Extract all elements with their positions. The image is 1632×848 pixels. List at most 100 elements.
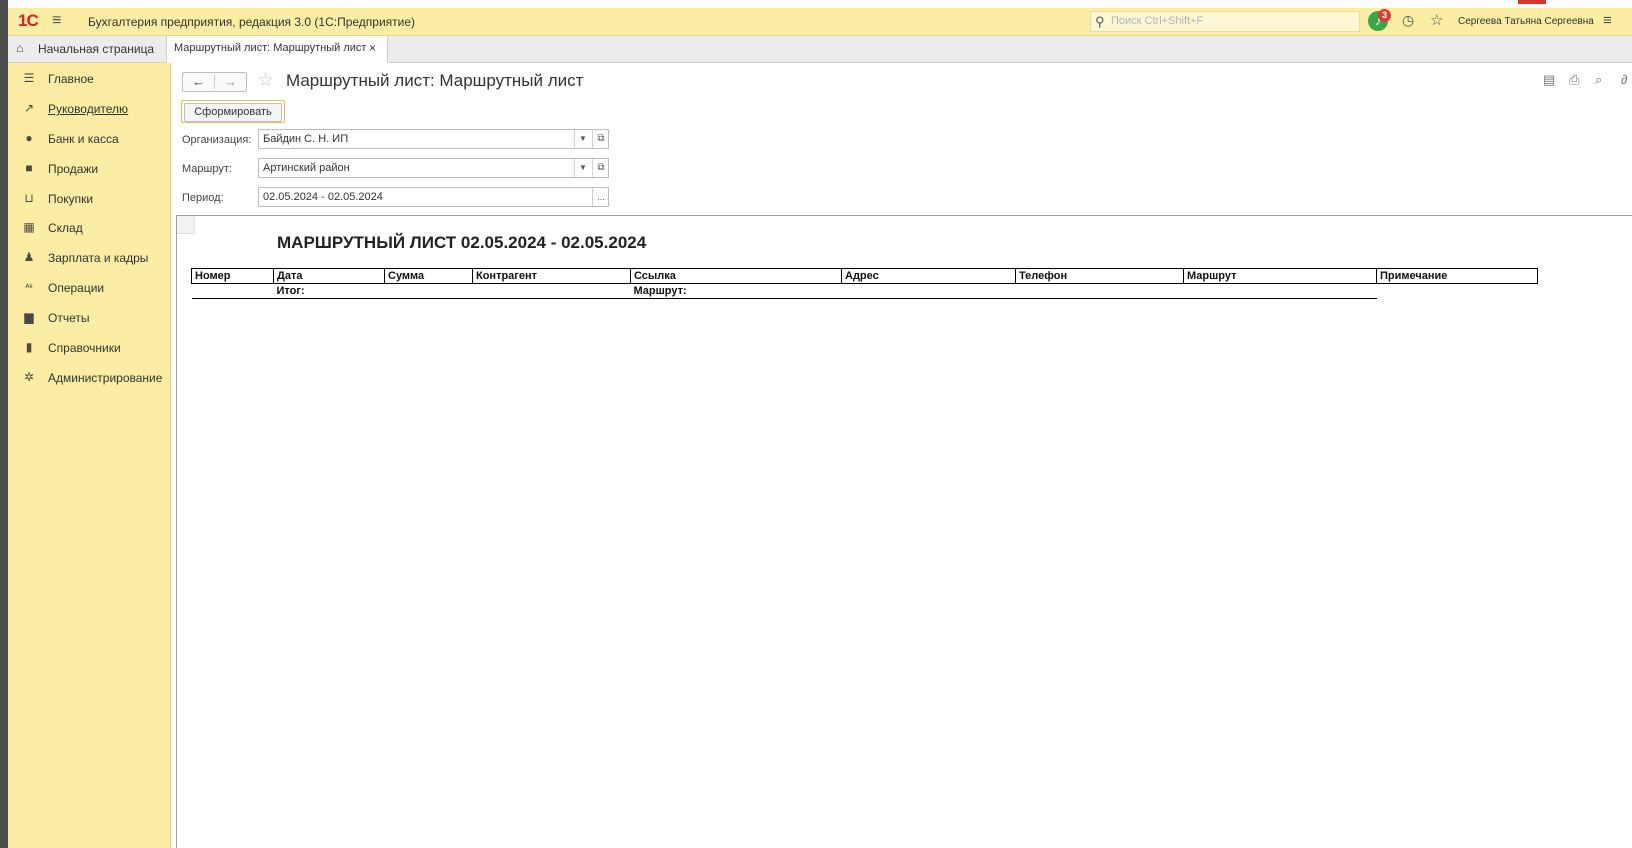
- sidebar-item-label: Зарплата и кадры: [48, 251, 149, 265]
- print-icon[interactable]: ⎙: [1569, 72, 1579, 88]
- back-icon[interactable]: ←: [183, 74, 214, 90]
- window-control-strip: [1518, 0, 1546, 4]
- tab-route-sheet[interactable]: Маршрутный лист: Маршрутный лист ×: [166, 36, 388, 63]
- settings-menu-icon[interactable]: ≡: [1603, 12, 1612, 29]
- person-icon: ♟: [23, 250, 35, 264]
- list-icon: ☰: [23, 71, 35, 85]
- period-label: Период:: [182, 192, 224, 204]
- open-icon[interactable]: ⧉: [592, 159, 609, 177]
- sidebar-item-label: Покупки: [48, 192, 94, 206]
- column-header: Сумма: [384, 268, 473, 284]
- total-route-label: Маршрут:: [630, 283, 842, 299]
- report-corner: [177, 216, 195, 234]
- sidebar-item-sales[interactable]: ■ Продажи: [8, 154, 171, 182]
- chevron-down-icon[interactable]: ▼: [574, 130, 591, 148]
- column-header: Адрес: [841, 268, 1016, 284]
- tab-home[interactable]: ⌂ Начальная страница: [8, 36, 166, 62]
- sidebar-item-admin[interactable]: ✲ Администрирование: [8, 363, 171, 391]
- report-title: МАРШРУТНЫЙ ЛИСТ 02.05.2024 - 02.05.2024: [277, 233, 647, 252]
- cart-icon: ⊔: [24, 191, 34, 205]
- main-menu-icon[interactable]: ≡: [52, 12, 61, 30]
- sidebar-item-label: Отчеты: [48, 311, 90, 325]
- column-header: Маршрут: [1183, 268, 1377, 284]
- history-nav: ← →: [182, 72, 247, 92]
- sidebar: ☰ Главное ↗ Руководителю ● Банк и касса …: [8, 63, 171, 848]
- column-header: Примечание: [1376, 268, 1538, 284]
- sidebar-item-salary[interactable]: ♟ Зарплата и кадры: [8, 243, 171, 271]
- sidebar-item-reports[interactable]: ▆ Отчеты: [8, 303, 171, 331]
- chart-icon: ▆: [24, 310, 34, 324]
- preview-icon[interactable]: ⌕: [1595, 72, 1602, 88]
- sidebar-item-label: Руководителю: [48, 102, 129, 116]
- org-field[interactable]: Байдин С. Н. ИП ▼ ⧉: [258, 129, 609, 149]
- sidebar-item-purchases[interactable]: ⊔ Покупки: [8, 184, 171, 212]
- app-logo[interactable]: 1С: [18, 11, 39, 31]
- tab-home-label: Начальная страница: [38, 42, 155, 56]
- report-area: МАРШРУТНЫЙ ЛИСТ 02.05.2024 - 02.05.2024 …: [176, 215, 1632, 848]
- user-name[interactable]: Сергеева Татьяна Сергеевна: [1458, 16, 1594, 27]
- open-icon[interactable]: ⧉: [592, 130, 609, 148]
- sidebar-item-manager[interactable]: ↗ Руководителю: [8, 94, 171, 122]
- chevron-down-icon[interactable]: ▼: [574, 159, 591, 177]
- notifications-badge: 3: [1378, 9, 1391, 22]
- report-header-row: Номер Дата Сумма Контрагент Ссылка Адрес…: [191, 268, 1538, 284]
- table-cell: [1183, 283, 1377, 299]
- table-cell: [191, 283, 274, 299]
- report-table: Номер Дата Сумма Контрагент Ссылка Адрес…: [191, 268, 1538, 299]
- close-tab-icon[interactable]: ×: [369, 41, 376, 55]
- bank-icon: ●: [25, 131, 33, 145]
- sidebar-item-label: Операции: [48, 281, 105, 295]
- org-value: Байдин С. Н. ИП: [263, 133, 349, 145]
- column-header: Контрагент: [472, 268, 631, 284]
- warehouse-icon: ▦: [23, 220, 35, 234]
- period-select-button[interactable]: ...: [592, 188, 609, 206]
- sidebar-item-main[interactable]: ☰ Главное: [8, 64, 171, 92]
- bag-icon: ■: [25, 161, 33, 175]
- save-icon[interactable]: ▤: [1543, 72, 1555, 88]
- table-cell: [384, 283, 473, 299]
- home-icon: ⌂: [16, 41, 24, 55]
- search-icon: ⚲: [1095, 14, 1105, 29]
- column-header: Номер: [191, 268, 274, 284]
- title-bar: 1С ≡ Бухгалтерия предприятия, редакция 3…: [8, 8, 1632, 36]
- period-value: 02.05.2024 - 02.05.2024: [263, 191, 383, 203]
- app-title: Бухгалтерия предприятия, редакция 3.0 (1…: [88, 15, 416, 29]
- sidebar-item-label: Справочники: [48, 341, 121, 355]
- route-value: Артинский район: [263, 162, 350, 174]
- page-title: Маршрутный лист: Маршрутный лист: [286, 71, 584, 90]
- gear-icon: ✲: [23, 370, 35, 384]
- tab-route-sheet-label: Маршрутный лист: Маршрутный лист: [174, 42, 367, 54]
- favorite-star-icon[interactable]: ☆: [257, 69, 274, 92]
- report-total-row: Итог: Маршрут:: [191, 283, 1538, 299]
- route-label: Маршрут:: [182, 163, 232, 175]
- link-icon[interactable]: ∂: [1621, 72, 1627, 87]
- forward-icon[interactable]: →: [215, 74, 246, 90]
- sidebar-item-warehouse[interactable]: ▦ Склад: [8, 213, 171, 241]
- table-cell: [1015, 283, 1184, 299]
- sidebar-item-label: Склад: [48, 221, 83, 235]
- search-placeholder: Поиск Ctrl+Shift+F: [1111, 15, 1204, 27]
- period-field[interactable]: 02.05.2024 - 02.05.2024 ...: [258, 187, 609, 207]
- book-icon: ▮: [25, 340, 33, 354]
- operations-icon: ᴬᵏ: [25, 282, 33, 292]
- route-field[interactable]: Артинский район ▼ ⧉: [258, 158, 609, 178]
- sidebar-item-label: Главное: [48, 72, 94, 86]
- search-input[interactable]: ⚲ Поиск Ctrl+Shift+F: [1090, 11, 1360, 32]
- tab-bar: ⌂ Начальная страница Маршрутный лист: Ма…: [8, 36, 1632, 63]
- favorites-icon[interactable]: ☆: [1430, 11, 1443, 29]
- table-cell: [1377, 284, 1538, 299]
- generate-button-label: Сформировать: [184, 103, 282, 122]
- sidebar-item-catalogs[interactable]: ▮ Справочники: [8, 333, 171, 361]
- main-content: ← → ☆ Маршрутный лист: Маршрутный лист ▤…: [171, 63, 1632, 848]
- sidebar-item-operations[interactable]: ᴬᵏ Операции: [8, 273, 171, 301]
- table-cell: [841, 283, 1016, 299]
- org-label: Организация:: [182, 134, 252, 146]
- generate-button[interactable]: Сформировать: [181, 100, 285, 123]
- window-edge: [0, 0, 8, 848]
- column-header: Телефон: [1015, 268, 1184, 284]
- sidebar-item-bank[interactable]: ● Банк и касса: [8, 124, 171, 152]
- sidebar-item-label: Продажи: [48, 162, 99, 176]
- history-icon[interactable]: ◷: [1402, 12, 1414, 29]
- column-header: Дата: [273, 268, 385, 284]
- table-cell: [472, 283, 631, 299]
